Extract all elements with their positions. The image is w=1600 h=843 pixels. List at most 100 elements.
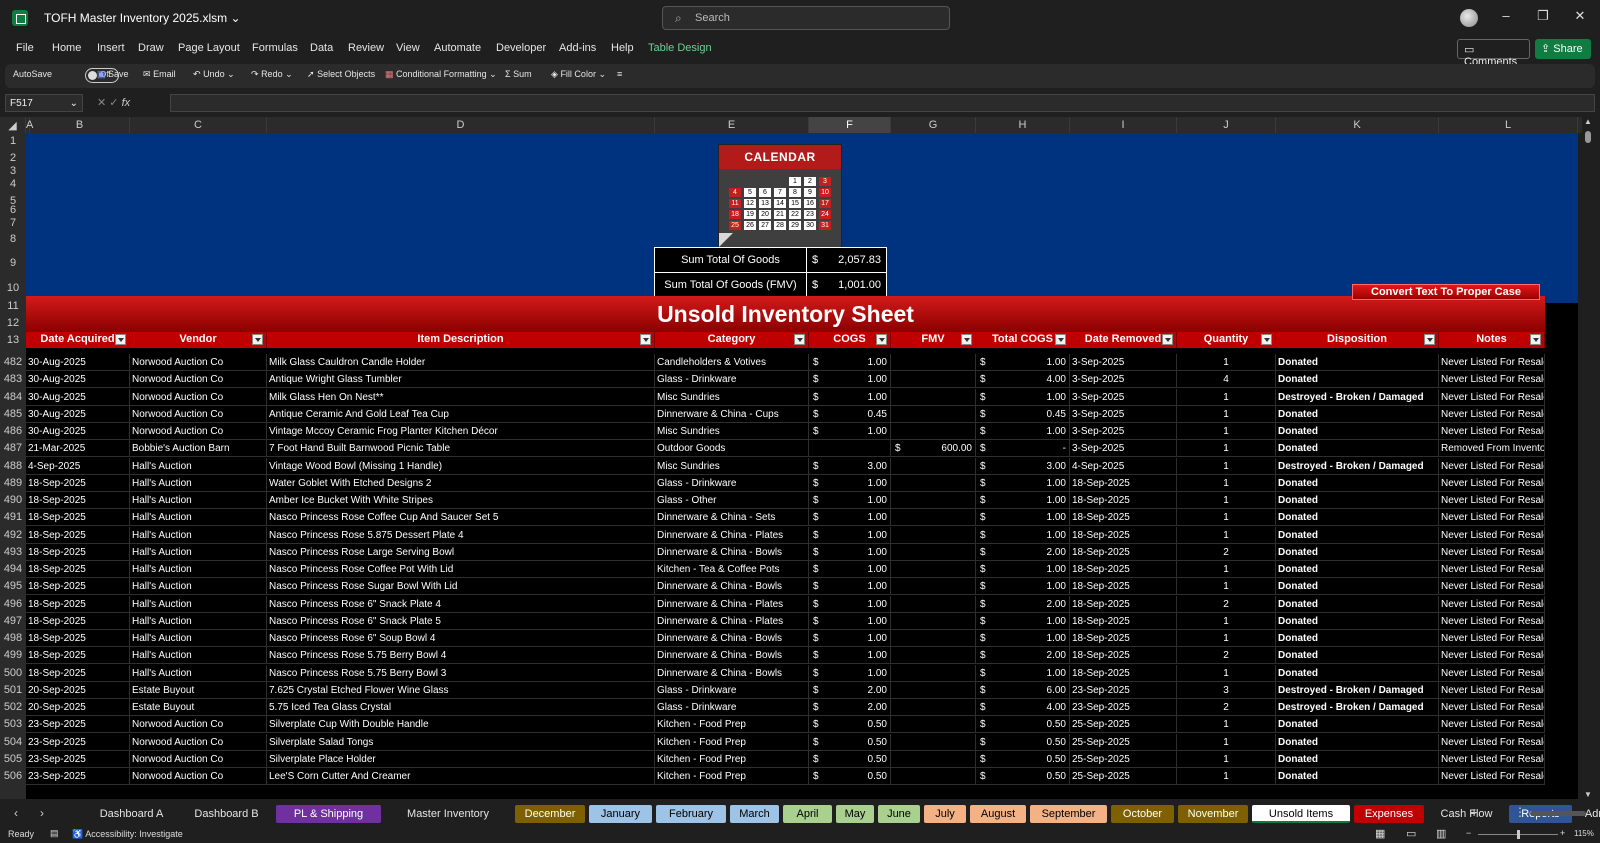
- cell-item[interactable]: Nasco Princess Rose 5.75 Berry Bowl 3: [267, 665, 655, 682]
- cell-vendor[interactable]: Norwood Auction Co: [130, 768, 267, 785]
- scroll-thumb[interactable]: [1585, 131, 1591, 143]
- filter-dropdown-icon[interactable]: [961, 334, 972, 345]
- menu-table-design[interactable]: Table Design: [648, 42, 712, 54]
- cell-date[interactable]: 23-Sep-2025: [26, 768, 130, 785]
- horizontal-scrollbar[interactable]: [1530, 811, 1586, 816]
- cell-disp[interactable]: Donated: [1276, 406, 1439, 423]
- cell-cogs[interactable]: $1.00: [809, 544, 891, 561]
- cell-date[interactable]: 4-Sep-2025: [26, 458, 130, 475]
- page-break-view-icon[interactable]: ▥: [1436, 827, 1446, 840]
- cell-category[interactable]: Misc Sundries: [655, 423, 809, 440]
- cell-item[interactable]: Lee'S Corn Cutter And Creamer: [267, 768, 655, 785]
- cell-vendor[interactable]: Hall's Auction: [130, 492, 267, 509]
- cell-notes[interactable]: Never Listed For Resale: [1439, 578, 1545, 595]
- row-header[interactable]: 9: [0, 257, 26, 269]
- cell-notes[interactable]: Never Listed For Resale: [1439, 768, 1545, 785]
- undo-button[interactable]: ↶ Undo ⌄: [193, 69, 235, 80]
- cell-disp[interactable]: Donated: [1276, 371, 1439, 388]
- cell-category[interactable]: Glass - Other: [655, 492, 809, 509]
- table-row[interactable]: 4-Sep-2025 Hall's Auction Vintage Wood Bow…: [26, 458, 1545, 475]
- cell-item[interactable]: Nasco Princess Rose Large Serving Bowl: [267, 544, 655, 561]
- cell-vendor[interactable]: Norwood Auction Co: [130, 406, 267, 423]
- menu-view[interactable]: View: [396, 42, 420, 54]
- cell-disp[interactable]: Donated: [1276, 492, 1439, 509]
- row-header[interactable]: 492: [0, 529, 26, 541]
- cell-date[interactable]: 20-Sep-2025: [26, 682, 130, 699]
- search-input[interactable]: ⌕ Search: [662, 6, 950, 30]
- cell-item[interactable]: Antique Wright Glass Tumbler: [267, 371, 655, 388]
- cell-date[interactable]: 30-Aug-2025: [26, 371, 130, 388]
- cell-qty[interactable]: 1: [1177, 354, 1276, 371]
- cell-cogs[interactable]: $2.00: [809, 682, 891, 699]
- filter-dropdown-icon[interactable]: [115, 334, 126, 345]
- cell-removed[interactable]: 18-Sep-2025: [1070, 544, 1177, 561]
- sheet-tab[interactable]: Expenses: [1354, 805, 1424, 823]
- cell-item[interactable]: Nasco Princess Rose 5.75 Berry Bowl 4: [267, 647, 655, 664]
- cell-cogs[interactable]: $0.45: [809, 406, 891, 423]
- cell-disp[interactable]: Donated: [1276, 716, 1439, 733]
- cell-notes[interactable]: Never Listed For Resale: [1439, 751, 1545, 768]
- sheet-tab[interactable]: February: [656, 805, 726, 823]
- cell-vendor[interactable]: Hall's Auction: [130, 613, 267, 630]
- add-sheet-icon[interactable]: +: [1470, 804, 1478, 820]
- table-row[interactable]: 18-Sep-2025 Hall's Auction Amber Ice Bucke…: [26, 492, 1545, 509]
- cell-item[interactable]: Silverplate Place Holder: [267, 751, 655, 768]
- row-header[interactable]: 12: [0, 317, 26, 329]
- cell-fmv[interactable]: [891, 751, 976, 768]
- cell-disp[interactable]: Donated: [1276, 475, 1439, 492]
- cell-item[interactable]: Amber Ice Bucket With White Stripes: [267, 492, 655, 509]
- row-header[interactable]: 499: [0, 649, 26, 661]
- row-header[interactable]: 484: [0, 391, 26, 403]
- filter-dropdown-icon[interactable]: [1530, 334, 1541, 345]
- table-row[interactable]: 23-Sep-2025 Norwood Auction Co Silverplate…: [26, 751, 1545, 768]
- filter-dropdown-icon[interactable]: [252, 334, 263, 345]
- cell-disp[interactable]: Donated: [1276, 734, 1439, 751]
- cell-fmv[interactable]: [891, 596, 976, 613]
- cell-qty[interactable]: 1: [1177, 423, 1276, 440]
- cell-category[interactable]: Dinnerware & China - Plates: [655, 596, 809, 613]
- zoom-out-icon[interactable]: −: [1466, 828, 1471, 838]
- cell-qty[interactable]: 2: [1177, 699, 1276, 716]
- cell-fmv[interactable]: [891, 578, 976, 595]
- worksheet-grid[interactable]: CALENDAR 1 2 3 4 5 6 7 8 9 10 11 12 13 14 15 16 17 18 19 20…: [26, 133, 1578, 799]
- row-header[interactable]: 483: [0, 373, 26, 385]
- cell-total[interactable]: $0.50: [976, 751, 1070, 768]
- row-header[interactable]: 485: [0, 408, 26, 420]
- cancel-icon[interactable]: ✕: [97, 97, 106, 109]
- table-row[interactable]: 23-Sep-2025 Norwood Auction Co Silverplate…: [26, 734, 1545, 751]
- sheet-tab[interactable]: April: [783, 805, 832, 823]
- table-row[interactable]: 18-Sep-2025 Hall's Auction Nasco Princess …: [26, 509, 1545, 526]
- cell-item[interactable]: 5.75 Iced Tea Glass Crystal: [267, 699, 655, 716]
- column-header-k[interactable]: K: [1276, 117, 1439, 133]
- cell-qty[interactable]: 1: [1177, 630, 1276, 647]
- cell-notes[interactable]: Never Listed For Resale: [1439, 665, 1545, 682]
- row-header[interactable]: 11: [0, 300, 26, 312]
- cell-date[interactable]: 30-Aug-2025: [26, 389, 130, 406]
- cell-removed[interactable]: 18-Sep-2025: [1070, 630, 1177, 647]
- cell-notes[interactable]: Never Listed For Resale: [1439, 492, 1545, 509]
- cell-date[interactable]: 18-Sep-2025: [26, 492, 130, 509]
- redo-button[interactable]: ↷ Redo ⌄: [251, 69, 293, 80]
- cell-disp[interactable]: Donated: [1276, 596, 1439, 613]
- cell-date[interactable]: 18-Sep-2025: [26, 647, 130, 664]
- select-objects-button[interactable]: ➚ Select Objects: [307, 69, 375, 80]
- cell-fmv[interactable]: [891, 371, 976, 388]
- row-header[interactable]: 497: [0, 615, 26, 627]
- cell-notes[interactable]: Never Listed For Resale: [1439, 734, 1545, 751]
- more-options-icon[interactable]: ⋮: [1514, 805, 1526, 819]
- table-row[interactable]: 18-Sep-2025 Hall's Auction Nasco Princess …: [26, 665, 1545, 682]
- column-header-b[interactable]: B: [30, 117, 130, 133]
- sheet-tab[interactable]: Cash Flow: [1428, 805, 1505, 823]
- cell-item[interactable]: Silverplate Salad Tongs: [267, 734, 655, 751]
- cell-removed[interactable]: 18-Sep-2025: [1070, 578, 1177, 595]
- cell-disp[interactable]: Destroyed - Broken / Damaged: [1276, 699, 1439, 716]
- column-header-l[interactable]: L: [1439, 117, 1578, 133]
- cell-vendor[interactable]: Hall's Auction: [130, 475, 267, 492]
- cell-item[interactable]: Vintage Wood Bowl (Missing 1 Handle): [267, 458, 655, 475]
- cell-disp[interactable]: Donated: [1276, 544, 1439, 561]
- cell-removed[interactable]: 3-Sep-2025: [1070, 406, 1177, 423]
- cell-cogs[interactable]: $1.00: [809, 596, 891, 613]
- cell-total[interactable]: $1.00: [976, 389, 1070, 406]
- cell-date[interactable]: 18-Sep-2025: [26, 630, 130, 647]
- cell-item[interactable]: Milk Glass Hen On Nest**: [267, 389, 655, 406]
